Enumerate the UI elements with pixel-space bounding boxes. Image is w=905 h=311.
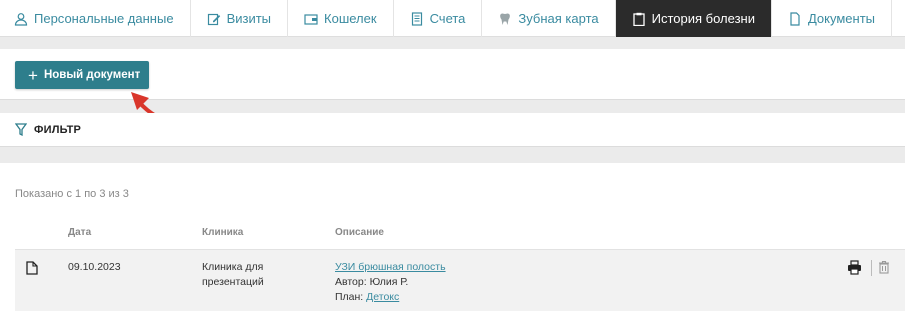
invoice-icon <box>411 11 422 26</box>
document-icon <box>26 261 38 275</box>
tab-medical-history[interactable]: История болезни <box>615 0 772 37</box>
plan-link[interactable]: Детокс <box>366 291 399 303</box>
tab-wallet[interactable]: Кошелек <box>288 0 394 37</box>
edit-icon <box>207 13 220 25</box>
tab-visits[interactable]: Визиты <box>191 0 289 37</box>
row-clinic-line2: презентаций <box>202 276 264 288</box>
tooth-icon <box>500 13 511 25</box>
tab-bar: Персональные данные Визиты Кошелек Счета… <box>0 0 905 37</box>
tab-label: Кошелек <box>324 11 377 26</box>
plan-label: План: <box>335 291 364 303</box>
new-document-label: Новый документ <box>43 69 141 81</box>
author-label: Автор: <box>335 276 367 288</box>
column-description: Описание <box>335 227 384 238</box>
filter-panel[interactable]: ФИЛЬТР <box>0 113 905 147</box>
tab-invoices[interactable]: Счета <box>394 0 483 37</box>
author-name: Юлия Р. <box>369 276 409 288</box>
row-description: УЗИ брюшная полость Автор: Юлия Р. План:… <box>335 260 446 305</box>
row-clinic-line1: Клиника для <box>202 261 264 273</box>
tab-label: Счета <box>429 11 466 26</box>
tab-dental-chart[interactable]: Зубная карта <box>482 0 616 37</box>
row-clinic: Клиника для презентаций <box>202 260 264 290</box>
trash-icon[interactable] <box>878 260 890 274</box>
document-title-link[interactable]: УЗИ брюшная полость <box>335 261 446 273</box>
person-icon <box>14 12 28 26</box>
documents-list: Показано с 1 по 3 из 3 Дата Клиника Опис… <box>0 163 905 311</box>
tab-documents[interactable]: Документы <box>772 0 892 37</box>
column-date: Дата <box>68 227 92 238</box>
tab-label: История болезни <box>651 11 755 26</box>
tab-label: Визиты <box>226 11 272 26</box>
wallet-icon <box>304 13 318 25</box>
tab-label: Зубная карта <box>518 11 599 26</box>
tab-label: Персональные данные <box>34 11 174 26</box>
filter-label: ФИЛЬТР <box>34 123 82 136</box>
filter-icon <box>15 123 27 136</box>
results-count: Показано с 1 по 3 из 3 <box>15 188 129 200</box>
print-icon[interactable] <box>847 260 862 275</box>
plus-icon: + <box>28 65 38 85</box>
tab-label: Документы <box>807 11 875 26</box>
column-clinic: Клиника <box>202 227 244 238</box>
tab-personal-data[interactable]: Персональные данные <box>0 0 191 37</box>
tab-more-menu[interactable] <box>892 0 905 37</box>
row-date: 09.10.2023 <box>68 261 121 273</box>
divider <box>871 260 872 276</box>
document-icon <box>790 11 800 26</box>
clipboard-icon <box>632 12 645 26</box>
table-row: 09.10.2023 Клиника для презентаций УЗИ б… <box>15 249 905 311</box>
